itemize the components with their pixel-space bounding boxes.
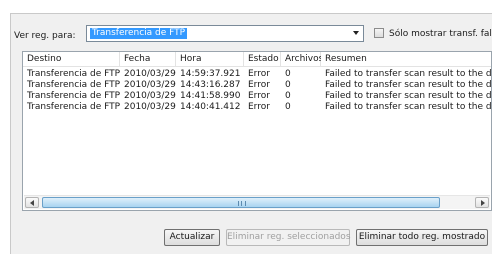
- cell-hora: 14:59:37.921: [180, 69, 241, 79]
- cell-destino: Transferencia de FTP: [27, 91, 120, 101]
- cell-resumen: Failed to transfer scan result to the de: [325, 69, 492, 79]
- cell-archivos: 0: [285, 102, 291, 112]
- column-header-fecha[interactable]: Fecha: [120, 52, 176, 67]
- scrollbar-thumb[interactable]: [42, 197, 440, 208]
- cell-estado: Error: [248, 91, 270, 101]
- failed-only-label[interactable]: Sólo mostrar transf. fallidas: [389, 28, 492, 40]
- scroll-left-button[interactable]: [25, 197, 39, 208]
- cell-resumen: Failed to transfer scan result to the de: [325, 80, 492, 90]
- cell-fecha: 2010/03/29: [124, 80, 176, 90]
- arrow-right-icon: [481, 200, 485, 206]
- cell-hora: 14:41:58.990: [180, 91, 241, 101]
- refresh-button[interactable]: Actualizar: [164, 229, 220, 246]
- grip-icon: [238, 201, 246, 206]
- chevron-down-icon[interactable]: [353, 31, 359, 35]
- cell-destino: Transferencia de FTP: [27, 69, 120, 79]
- horizontal-scrollbar[interactable]: [24, 195, 490, 209]
- scroll-right-button[interactable]: [475, 197, 489, 208]
- delete-all-shown-button[interactable]: Eliminar todo reg. mostrado: [356, 229, 488, 246]
- log-list[interactable]: Destino Fecha Hora Estado Archivos Resum…: [22, 51, 492, 211]
- column-header-hora[interactable]: Hora: [176, 52, 244, 67]
- column-header-resumen[interactable]: Resumen: [321, 52, 491, 67]
- cell-destino: Transferencia de FTP: [27, 80, 120, 90]
- cell-fecha: 2010/03/29: [124, 69, 176, 79]
- log-type-selected-value: Transferencia de FTP: [90, 28, 188, 39]
- cell-fecha: 2010/03/29: [124, 91, 176, 101]
- table-row[interactable]: Transferencia de FTP 2010/03/29 14:59:37…: [23, 69, 492, 80]
- cell-resumen: Failed to transfer scan result to the de: [325, 102, 492, 112]
- table-row[interactable]: Transferencia de FTP 2010/03/29 14:40:41…: [23, 102, 492, 113]
- column-header-destino[interactable]: Destino: [23, 52, 120, 67]
- arrow-left-icon: [30, 200, 34, 206]
- failed-only-checkbox[interactable]: [374, 28, 384, 38]
- delete-selected-button[interactable]: Eliminar reg. seleccionados: [226, 229, 351, 246]
- cell-destino: Transferencia de FTP: [27, 102, 120, 112]
- table-row[interactable]: Transferencia de FTP 2010/03/29 14:43:16…: [23, 80, 492, 91]
- cell-estado: Error: [248, 102, 270, 112]
- log-list-header: Destino Fecha Hora Estado Archivos Resum…: [23, 52, 491, 68]
- cell-estado: Error: [248, 80, 270, 90]
- cell-estado: Error: [248, 69, 270, 79]
- cell-archivos: 0: [285, 69, 291, 79]
- table-row[interactable]: Transferencia de FTP 2010/03/29 14:41:58…: [23, 91, 492, 102]
- cell-hora: 14:43:16.287: [180, 80, 241, 90]
- view-log-label: Ver reg. para:: [14, 31, 76, 41]
- cell-archivos: 0: [285, 91, 291, 101]
- column-header-estado[interactable]: Estado: [244, 52, 281, 67]
- cell-hora: 14:40:41.412: [180, 102, 241, 112]
- cell-resumen: Failed to transfer scan result to the de: [325, 91, 492, 101]
- log-type-dropdown[interactable]: Transferencia de FTP: [86, 25, 364, 42]
- cell-fecha: 2010/03/29: [124, 102, 176, 112]
- cell-archivos: 0: [285, 80, 291, 90]
- column-header-archivos[interactable]: Archivos: [281, 52, 323, 67]
